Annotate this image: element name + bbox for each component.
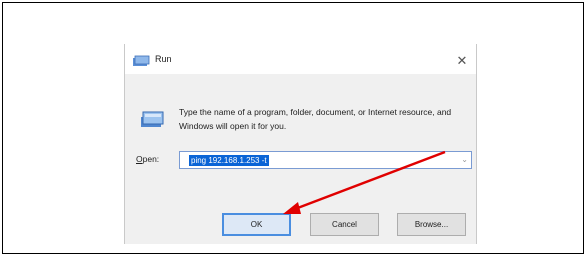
run-dialog: Run ✕ Type the name of a program, folder… bbox=[124, 44, 477, 244]
ok-button[interactable]: OK bbox=[222, 213, 291, 236]
run-icon bbox=[133, 55, 150, 66]
open-label: Open: bbox=[136, 154, 159, 164]
cancel-button[interactable]: Cancel bbox=[310, 213, 379, 236]
run-description: Type the name of a program, folder, docu… bbox=[179, 107, 452, 131]
run-icon bbox=[141, 111, 164, 127]
screenshot-frame: Run ✕ Type the name of a program, folder… bbox=[2, 2, 584, 254]
browse-button[interactable]: Browse... bbox=[397, 213, 466, 236]
chevron-down-icon[interactable]: ⌄ bbox=[461, 155, 468, 164]
open-input-value[interactable]: ping 192.168.1.253 -t bbox=[189, 155, 269, 166]
close-button[interactable]: ✕ bbox=[452, 51, 472, 71]
title-bar: Run ✕ bbox=[125, 44, 476, 74]
open-label-text: pen: bbox=[142, 154, 160, 164]
dialog-title: Run bbox=[155, 54, 172, 64]
open-combobox[interactable]: ping 192.168.1.253 -t ⌄ bbox=[179, 151, 472, 169]
close-icon: ✕ bbox=[456, 53, 468, 68]
open-label-accelerator: O bbox=[136, 154, 143, 164]
